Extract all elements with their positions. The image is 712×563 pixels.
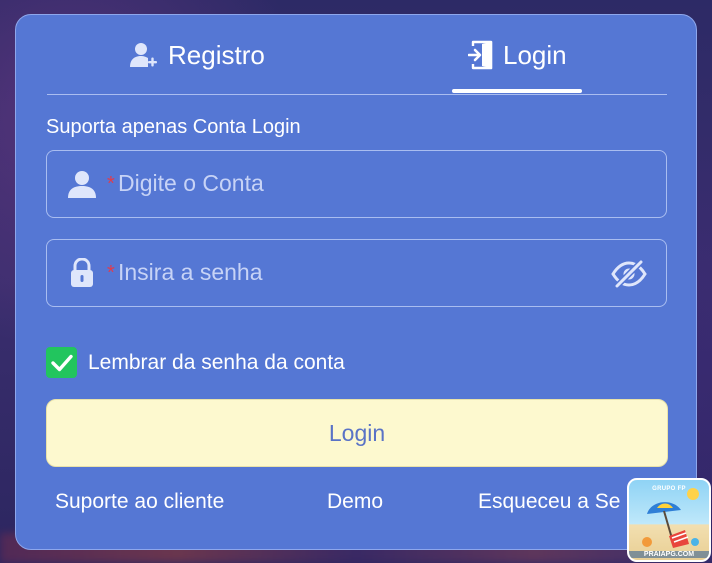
customer-support-link[interactable]: Suporte ao cliente xyxy=(55,490,224,514)
check-icon xyxy=(50,354,73,371)
remember-password-option[interactable]: Lembrar da senha da conta xyxy=(46,347,345,378)
password-required-mark: * xyxy=(107,262,115,284)
remember-checkbox[interactable] xyxy=(46,347,77,378)
beach-umbrella-icon xyxy=(642,488,699,548)
password-field[interactable]: * Insira a senha xyxy=(46,239,667,307)
account-input[interactable]: Digite o Conta xyxy=(118,170,264,197)
auth-tabs: Registro Login xyxy=(47,15,667,95)
badge-domain: PRAIAPG.COM xyxy=(629,551,709,558)
door-enter-icon xyxy=(468,40,494,70)
password-input[interactable]: Insira a senha xyxy=(118,259,262,286)
tab-login[interactable]: Login xyxy=(468,37,567,73)
user-plus-icon xyxy=(129,41,159,69)
tab-registro[interactable]: Registro xyxy=(129,37,265,73)
badge-brand: GRUPO FP xyxy=(652,486,686,492)
lock-icon xyxy=(65,257,99,289)
tab-login-label: Login xyxy=(503,39,567,70)
login-hint: Suporta apenas Conta Login xyxy=(46,116,301,138)
user-icon xyxy=(65,168,99,200)
remember-label: Lembrar da senha da conta xyxy=(88,350,345,374)
account-field[interactable]: * Digite o Conta xyxy=(46,150,667,218)
account-required-mark: * xyxy=(107,173,115,195)
login-modal: Registro Login Suporta apenas Conta Logi… xyxy=(15,14,697,550)
eye-off-icon[interactable] xyxy=(610,258,648,290)
praiapg-badge[interactable]: GRUPO FP PRAIAPG.COM xyxy=(627,478,711,562)
demo-link[interactable]: Demo xyxy=(327,490,383,514)
active-tab-indicator xyxy=(452,89,582,93)
forgot-password-link[interactable]: Esqueceu a Se xyxy=(478,490,620,514)
login-button[interactable]: Login xyxy=(46,399,668,467)
tab-registro-label: Registro xyxy=(168,39,265,70)
